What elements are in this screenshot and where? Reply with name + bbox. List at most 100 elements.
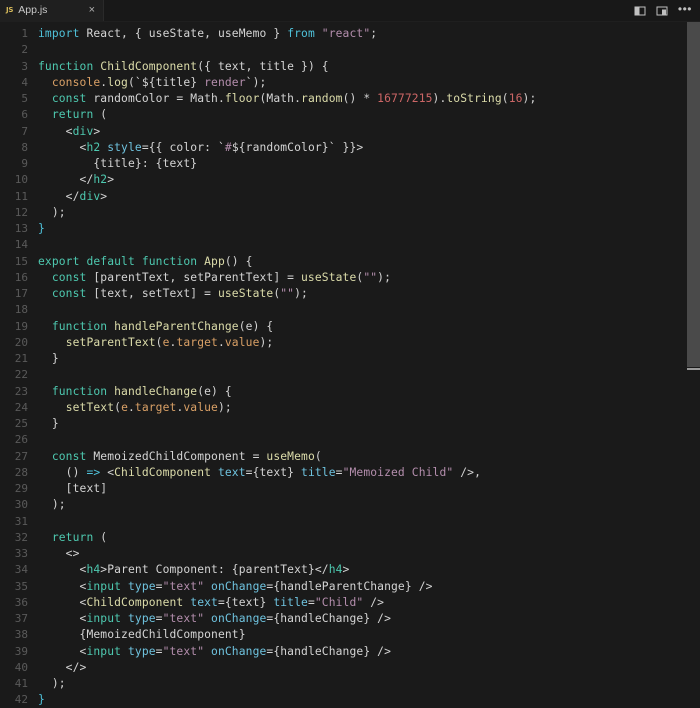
code-line[interactable]: 10 </h2> (0, 172, 700, 188)
code-line[interactable]: 2 (0, 42, 700, 58)
code-line-content[interactable] (33, 42, 700, 58)
code-line-content[interactable]: console.log(`${title} render`); (33, 75, 700, 91)
code-line[interactable]: 38 {MemoizedChildComponent} (0, 627, 700, 643)
code-line[interactable]: 7 <div> (0, 124, 700, 140)
code-line[interactable]: 13} (0, 221, 700, 237)
code-line-content[interactable]: {title}: {text} (33, 156, 700, 172)
code-line-content[interactable]: [text] (33, 481, 700, 497)
code-line-content[interactable]: <input type="text" onChange={handleParen… (33, 579, 700, 595)
code-line[interactable]: 8 <h2 style={{ color: `#${randomColor}` … (0, 140, 700, 156)
code-line[interactable]: 17 const [text, setText] = useState(""); (0, 286, 700, 302)
tab-app-js[interactable]: JS App.js × (0, 0, 104, 21)
code-line-content[interactable]: import React, { useState, useMemo } from… (33, 26, 700, 42)
code-line-content[interactable]: setText(e.target.value); (33, 400, 700, 416)
code-line-content[interactable]: setParentText(e.target.value); (33, 335, 700, 351)
code-line[interactable]: 35 <input type="text" onChange={handlePa… (0, 579, 700, 595)
code-line-content[interactable]: return ( (33, 107, 700, 123)
line-number: 28 (14, 465, 28, 479)
code-line[interactable]: 39 <input type="text" onChange={handleCh… (0, 644, 700, 660)
split-editor-right-icon[interactable] (634, 4, 647, 17)
code-line[interactable]: 14 (0, 237, 700, 253)
code-line-content[interactable] (33, 237, 700, 253)
code-line-content[interactable] (33, 432, 700, 448)
code-line[interactable]: 21 } (0, 351, 700, 367)
code-line[interactable]: 12 ); (0, 205, 700, 221)
code-line-content[interactable]: ); (33, 205, 700, 221)
horizontal-scrollbar[interactable] (33, 704, 687, 708)
code-line-content[interactable]: <ChildComponent text={text} title="Child… (33, 595, 700, 611)
code-line[interactable]: 29 [text] (0, 481, 700, 497)
line-number: 23 (14, 384, 28, 398)
code-line[interactable]: 33 <> (0, 546, 700, 562)
code-line-content[interactable]: </div> (33, 189, 700, 205)
line-number: 30 (14, 498, 28, 512)
code-line[interactable]: 26 (0, 432, 700, 448)
code-line-content[interactable]: </> (33, 660, 700, 676)
line-number: 26 (14, 433, 28, 447)
code-line[interactable]: 27 const MemoizedChildComponent = useMem… (0, 449, 700, 465)
code-line[interactable]: 32 return ( (0, 530, 700, 546)
code-line-content[interactable]: () => <ChildComponent text={text} title=… (33, 465, 700, 481)
code-line[interactable]: 19 function handleParentChange(e) { (0, 319, 700, 335)
code-line-content[interactable]: <h4>Parent Component: {parentText}</h4> (33, 562, 700, 578)
code-line-content[interactable]: ); (33, 676, 700, 692)
code-line[interactable]: 25 } (0, 416, 700, 432)
code-line[interactable]: 16 const [parentText, setParentText] = u… (0, 270, 700, 286)
code-line-content[interactable] (33, 514, 700, 530)
code-line-content[interactable]: <input type="text" onChange={handleChang… (33, 611, 700, 627)
code-line-content[interactable] (33, 302, 700, 318)
code-line-content[interactable]: <div> (33, 124, 700, 140)
code-line-content[interactable] (33, 367, 700, 383)
code-line-content[interactable]: const randomColor = Math.floor(Math.rand… (33, 91, 700, 107)
code-line-content[interactable]: const [text, setText] = useState(""); (33, 286, 700, 302)
code-line[interactable]: 40 </> (0, 660, 700, 676)
code-line[interactable]: 28 () => <ChildComponent text={text} tit… (0, 465, 700, 481)
code-line[interactable]: 34 <h4>Parent Component: {parentText}</h… (0, 562, 700, 578)
code-line[interactable]: 22 (0, 367, 700, 383)
code-line[interactable]: 41 ); (0, 676, 700, 692)
toggle-panel-icon[interactable] (656, 4, 669, 17)
code-line[interactable]: 15 export default function App() { (0, 254, 700, 270)
code-line-content[interactable]: <> (33, 546, 700, 562)
code-line-content[interactable]: ); (33, 497, 700, 513)
code-editor[interactable]: 1 import React, { useState, useMemo } fro… (0, 22, 700, 708)
code-line-content[interactable]: function ChildComponent({ text, title })… (33, 59, 700, 75)
code-line[interactable]: 6 return ( (0, 107, 700, 123)
code-lines[interactable]: 1 import React, { useState, useMemo } fro… (0, 22, 700, 708)
code-line[interactable]: 20 setParentText(e.target.value); (0, 335, 700, 351)
line-number: 1 (21, 27, 28, 40)
code-line-content[interactable]: function handleChange(e) { (33, 384, 700, 400)
code-line[interactable]: 30 ); (0, 497, 700, 513)
code-line[interactable]: 36 <ChildComponent text={text} title="Ch… (0, 595, 700, 611)
line-number: 4 (21, 75, 28, 89)
vertical-scrollbar[interactable] (687, 22, 700, 708)
code-line-content[interactable]: const [parentText, setParentText] = useS… (33, 270, 700, 286)
code-line-content[interactable]: </h2> (33, 172, 700, 188)
code-line[interactable]: 31 (0, 514, 700, 530)
line-number: 9 (21, 157, 28, 170)
code-line[interactable]: 4 console.log(`${title} render`); (0, 75, 700, 91)
code-line[interactable]: 9 {title}: {text} (0, 156, 700, 172)
code-line[interactable]: 5 const randomColor = Math.floor(Math.ra… (0, 91, 700, 107)
code-line-content[interactable]: {MemoizedChildComponent} (33, 627, 700, 643)
code-line[interactable]: 37 <input type="text" onChange={handleCh… (0, 611, 700, 627)
vertical-scrollbar-thumb[interactable] (687, 22, 700, 367)
code-line[interactable]: 3 function ChildComponent({ text, title }… (0, 59, 700, 75)
code-line-content[interactable]: function handleParentChange(e) { (33, 319, 700, 335)
code-line-content[interactable]: } (33, 221, 700, 237)
code-line[interactable]: 23 function handleChange(e) { (0, 384, 700, 400)
code-line-content[interactable]: } (33, 351, 700, 367)
close-icon[interactable]: × (87, 5, 97, 16)
more-actions-icon[interactable]: ••• (678, 3, 692, 15)
code-line-content[interactable]: export default function App() { (33, 254, 700, 270)
code-line-content[interactable]: <input type="text" onChange={handleChang… (33, 644, 700, 660)
code-line[interactable]: 1 import React, { useState, useMemo } fro… (0, 26, 700, 42)
code-line[interactable]: 24 setText(e.target.value); (0, 400, 700, 416)
code-line-content[interactable]: } (33, 416, 700, 432)
code-line-content[interactable]: <h2 style={{ color: `#${randomColor}` }}… (33, 140, 700, 156)
code-line-content[interactable]: return ( (33, 530, 700, 546)
code-line-content[interactable]: const MemoizedChildComponent = useMemo( (33, 449, 700, 465)
code-line[interactable]: 18 (0, 302, 700, 318)
line-number: 14 (14, 238, 28, 252)
code-line[interactable]: 11 </div> (0, 189, 700, 205)
